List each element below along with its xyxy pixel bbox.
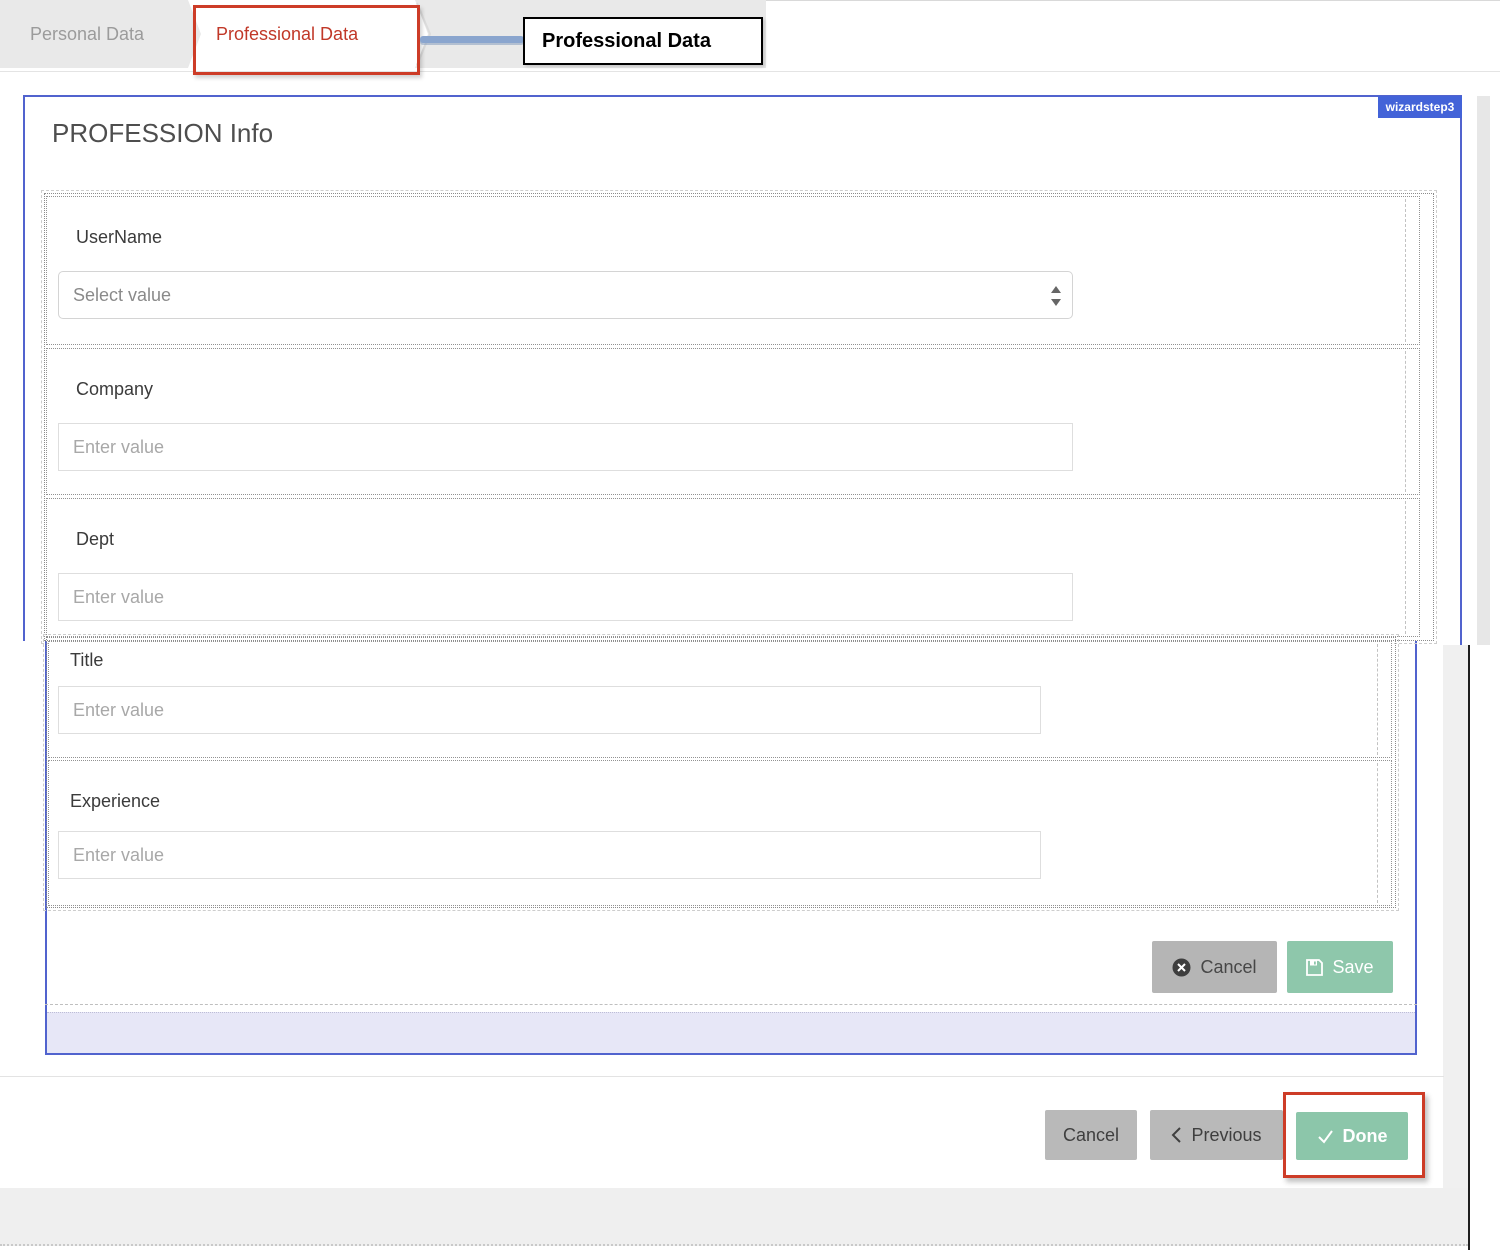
footer-cancel-label: Cancel bbox=[1063, 1125, 1119, 1146]
panel-border-right bbox=[1460, 95, 1462, 645]
wizardstep-badge: wizardstep3 bbox=[1378, 96, 1462, 118]
panel-title: PROFESSION Info bbox=[52, 118, 273, 149]
title-label: Title bbox=[70, 650, 103, 671]
tab-personal-data[interactable]: Personal Data bbox=[30, 0, 144, 68]
panel-border-bottom bbox=[45, 1053, 1417, 1055]
chevron-left-icon bbox=[1171, 1126, 1182, 1144]
footer-cancel-button[interactable]: Cancel bbox=[1045, 1110, 1137, 1160]
previous-button[interactable]: Previous bbox=[1150, 1110, 1283, 1160]
dept-input[interactable] bbox=[58, 573, 1073, 621]
panel-border-left bbox=[23, 95, 25, 641]
cancel-button-label: Cancel bbox=[1200, 957, 1256, 978]
scrollbar-track-upper[interactable] bbox=[1477, 96, 1490, 645]
panel-dashed-divider bbox=[45, 1004, 1417, 1005]
panel-border-top bbox=[23, 95, 1462, 97]
panel-footer-strip bbox=[47, 1012, 1415, 1053]
company-input[interactable] bbox=[58, 423, 1073, 471]
field-row-experience: Experience bbox=[48, 760, 1392, 906]
username-select[interactable]: Select value bbox=[58, 271, 1073, 319]
panel-border-right-lower bbox=[1415, 641, 1417, 1055]
previous-button-label: Previous bbox=[1191, 1125, 1261, 1146]
circle-x-icon bbox=[1172, 958, 1191, 977]
scrollbar-track-lower[interactable] bbox=[1443, 645, 1468, 1188]
username-label: UserName bbox=[76, 227, 162, 248]
annotation-red-box-tab bbox=[193, 5, 420, 75]
field-row-title: Title bbox=[48, 641, 1392, 758]
dept-label: Dept bbox=[76, 529, 114, 550]
experience-input[interactable] bbox=[58, 831, 1041, 879]
save-button[interactable]: Save bbox=[1287, 941, 1393, 993]
title-input[interactable] bbox=[58, 686, 1041, 734]
company-label: Company bbox=[76, 379, 153, 400]
field-row-company: Company bbox=[46, 348, 1420, 495]
bottom-gray-strip bbox=[0, 1188, 1468, 1246]
field-row-username: UserName Select value bbox=[46, 196, 1420, 345]
save-button-label: Save bbox=[1332, 957, 1373, 978]
page: Personal Data Professional Data Professi… bbox=[0, 0, 1500, 1250]
floppy-icon bbox=[1306, 959, 1323, 976]
username-select-value: Select value bbox=[73, 285, 171, 305]
footer-divider bbox=[0, 1076, 1444, 1077]
up-down-arrows-icon[interactable] bbox=[1049, 284, 1063, 308]
cancel-button[interactable]: Cancel bbox=[1152, 941, 1277, 993]
annotation-connector-line bbox=[420, 36, 524, 43]
annotation-red-box-done bbox=[1283, 1092, 1425, 1178]
annotation-label-box: Professional Data bbox=[523, 17, 763, 65]
field-row-dept: Dept bbox=[46, 498, 1420, 637]
experience-label: Experience bbox=[70, 791, 160, 812]
screenshot-edge-line bbox=[1468, 645, 1470, 1250]
